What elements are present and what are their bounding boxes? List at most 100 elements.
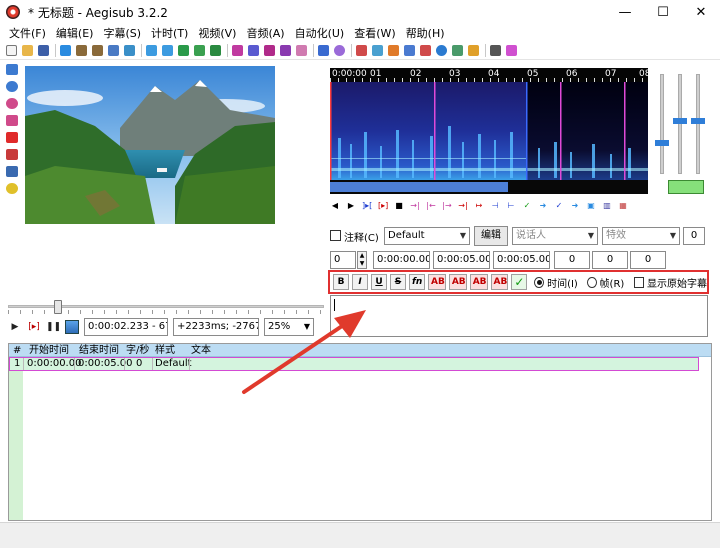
- margin-vertical-field[interactable]: 0: [630, 251, 666, 269]
- close-button[interactable]: ✕: [682, 0, 720, 24]
- end-time-field[interactable]: 0:00:05.00: [433, 251, 490, 269]
- commit-icon[interactable]: ✓: [522, 201, 532, 211]
- prev-line-icon[interactable]: ◀: [330, 201, 340, 211]
- lead-out-icon[interactable]: ⊢: [506, 201, 516, 211]
- font-button[interactable]: fn: [409, 274, 425, 290]
- lead-in-icon[interactable]: ⊣: [490, 201, 500, 211]
- snap-end-icon[interactable]: [404, 45, 415, 56]
- vertical-zoom-track[interactable]: [678, 74, 682, 174]
- standard-tool-icon[interactable]: [6, 64, 18, 75]
- open-folder-icon[interactable]: [22, 45, 33, 56]
- strikeout-button[interactable]: S: [390, 274, 406, 290]
- table-row[interactable]: 1 0:00:00.00 0:00:05.00 0 Default: [9, 357, 699, 371]
- shadow-color-button[interactable]: AB: [490, 274, 509, 290]
- italic-button[interactable]: I: [352, 274, 368, 290]
- seek-handle[interactable]: [54, 300, 62, 314]
- play-end-icon[interactable]: →|: [458, 201, 468, 211]
- video-film-icon[interactable]: [210, 45, 221, 56]
- rotate-xy-icon[interactable]: [6, 115, 18, 126]
- video-open-icon[interactable]: [178, 45, 189, 56]
- underline-button[interactable]: U: [371, 274, 387, 290]
- automation-icon[interactable]: [318, 45, 329, 56]
- find-icon[interactable]: [146, 45, 157, 56]
- margin-right-field[interactable]: 0: [592, 251, 628, 269]
- auto-next-icon[interactable]: ➜: [570, 201, 580, 211]
- menu-automation[interactable]: 自动化(U): [290, 25, 350, 41]
- column-header-style[interactable]: 样式: [155, 344, 175, 357]
- menu-video[interactable]: 视频(V): [193, 25, 241, 41]
- menu-edit[interactable]: 编辑(E): [51, 25, 99, 41]
- show-original-checkbox[interactable]: [634, 276, 645, 288]
- help-icon[interactable]: [6, 183, 18, 194]
- replace-icon[interactable]: [162, 45, 173, 56]
- new-file-icon[interactable]: [6, 45, 17, 56]
- stop-icon[interactable]: [420, 45, 431, 56]
- save-icon[interactable]: [38, 45, 49, 56]
- auto-scroll-icon[interactable]: ▣: [586, 201, 596, 211]
- actor-select[interactable]: 说话人 ▼: [512, 227, 598, 245]
- zoom-out-icon[interactable]: [92, 45, 103, 56]
- subtitle-text-input[interactable]: [330, 295, 708, 337]
- kanji-timer-icon[interactable]: [334, 45, 345, 56]
- clock-icon[interactable]: [436, 45, 447, 56]
- spell-check-icon[interactable]: [296, 45, 307, 56]
- audio-spectrum-panel[interactable]: 0:00:00 01 02 03 04 05 06 07 08: [330, 68, 648, 194]
- play-icon[interactable]: ▶: [8, 322, 22, 332]
- select-lines-icon[interactable]: [452, 45, 463, 56]
- column-header-end[interactable]: 结束时间: [79, 344, 119, 357]
- volume-knob[interactable]: [691, 118, 705, 124]
- horizontal-zoom-track[interactable]: [660, 74, 664, 174]
- layer-field[interactable]: 0: [330, 251, 356, 269]
- clip-tool-icon[interactable]: [6, 149, 18, 160]
- column-header-start[interactable]: 开始时间: [29, 344, 69, 357]
- margin-left-field[interactable]: 0: [554, 251, 590, 269]
- horizontal-zoom-knob[interactable]: [655, 140, 669, 146]
- menu-audio[interactable]: 音频(A): [241, 25, 289, 41]
- goto-next-icon[interactable]: ➜: [538, 201, 548, 211]
- play-after-icon[interactable]: |←: [426, 201, 436, 211]
- resample-icon[interactable]: [280, 45, 291, 56]
- vector-clip-icon[interactable]: [6, 166, 18, 177]
- drag-tool-icon[interactable]: [6, 81, 18, 92]
- play-begin-icon[interactable]: |→: [442, 201, 452, 211]
- outline-color-button[interactable]: AB: [469, 274, 488, 290]
- comment-checkbox[interactable]: [330, 230, 341, 241]
- start-time-field[interactable]: 0:00:00.00: [373, 251, 430, 269]
- karaoke-mode-icon[interactable]: ▦: [618, 201, 628, 211]
- secondary-color-button[interactable]: AB: [448, 274, 467, 290]
- bold-button[interactable]: B: [333, 274, 349, 290]
- subtitle-grid[interactable]: # 开始时间 结束时间 字/秒 样式 文本 1 0:00:00.00 0:00:…: [8, 343, 712, 521]
- primary-color-button[interactable]: AB: [428, 274, 446, 290]
- duration-field[interactable]: 0:00:05.00: [493, 251, 550, 269]
- play-before-icon[interactable]: →|: [410, 201, 420, 211]
- zoom-select[interactable]: 25% ▼: [264, 318, 314, 336]
- pause-icon[interactable]: ❚❚: [46, 322, 61, 332]
- minimize-button[interactable]: —: [606, 0, 644, 24]
- menu-timing[interactable]: 计时(T): [146, 25, 193, 41]
- video-time-display[interactable]: 0:00:02.233 - 67: [84, 318, 168, 336]
- play-to-end-icon[interactable]: ↦: [474, 201, 484, 211]
- video-seek-slider[interactable]: [8, 300, 324, 314]
- column-header-text[interactable]: 文本: [191, 344, 211, 357]
- audio-scroll-thumb[interactable]: [330, 182, 508, 192]
- styles-manager-icon[interactable]: [232, 45, 243, 56]
- video-offset-display[interactable]: +2233ms; -2767ms: [173, 318, 259, 336]
- zoom-in-icon[interactable]: [76, 45, 87, 56]
- play-line-icon[interactable]: [▸]: [27, 322, 41, 332]
- menu-subtitle[interactable]: 字幕(S): [98, 25, 146, 41]
- sort-icon[interactable]: [468, 45, 479, 56]
- volume-track[interactable]: [696, 74, 700, 174]
- link-zoom-toggle[interactable]: [668, 180, 704, 194]
- auto-commit-icon[interactable]: ✓: [554, 201, 564, 211]
- translation-icon[interactable]: [264, 45, 275, 56]
- layer-spinner[interactable]: ▲ ▼: [357, 251, 367, 269]
- lua-macro-icon[interactable]: [506, 45, 517, 56]
- timing-post-icon[interactable]: [372, 45, 383, 56]
- play-current-icon[interactable]: [▸]: [378, 201, 388, 211]
- rotate-z-icon[interactable]: [6, 98, 18, 109]
- autoscroll-icon[interactable]: [65, 320, 79, 334]
- time-radio[interactable]: [534, 276, 545, 288]
- style-assistant-icon[interactable]: [248, 45, 259, 56]
- frame-radio[interactable]: [586, 276, 597, 288]
- style-select[interactable]: Default ▼: [384, 227, 470, 245]
